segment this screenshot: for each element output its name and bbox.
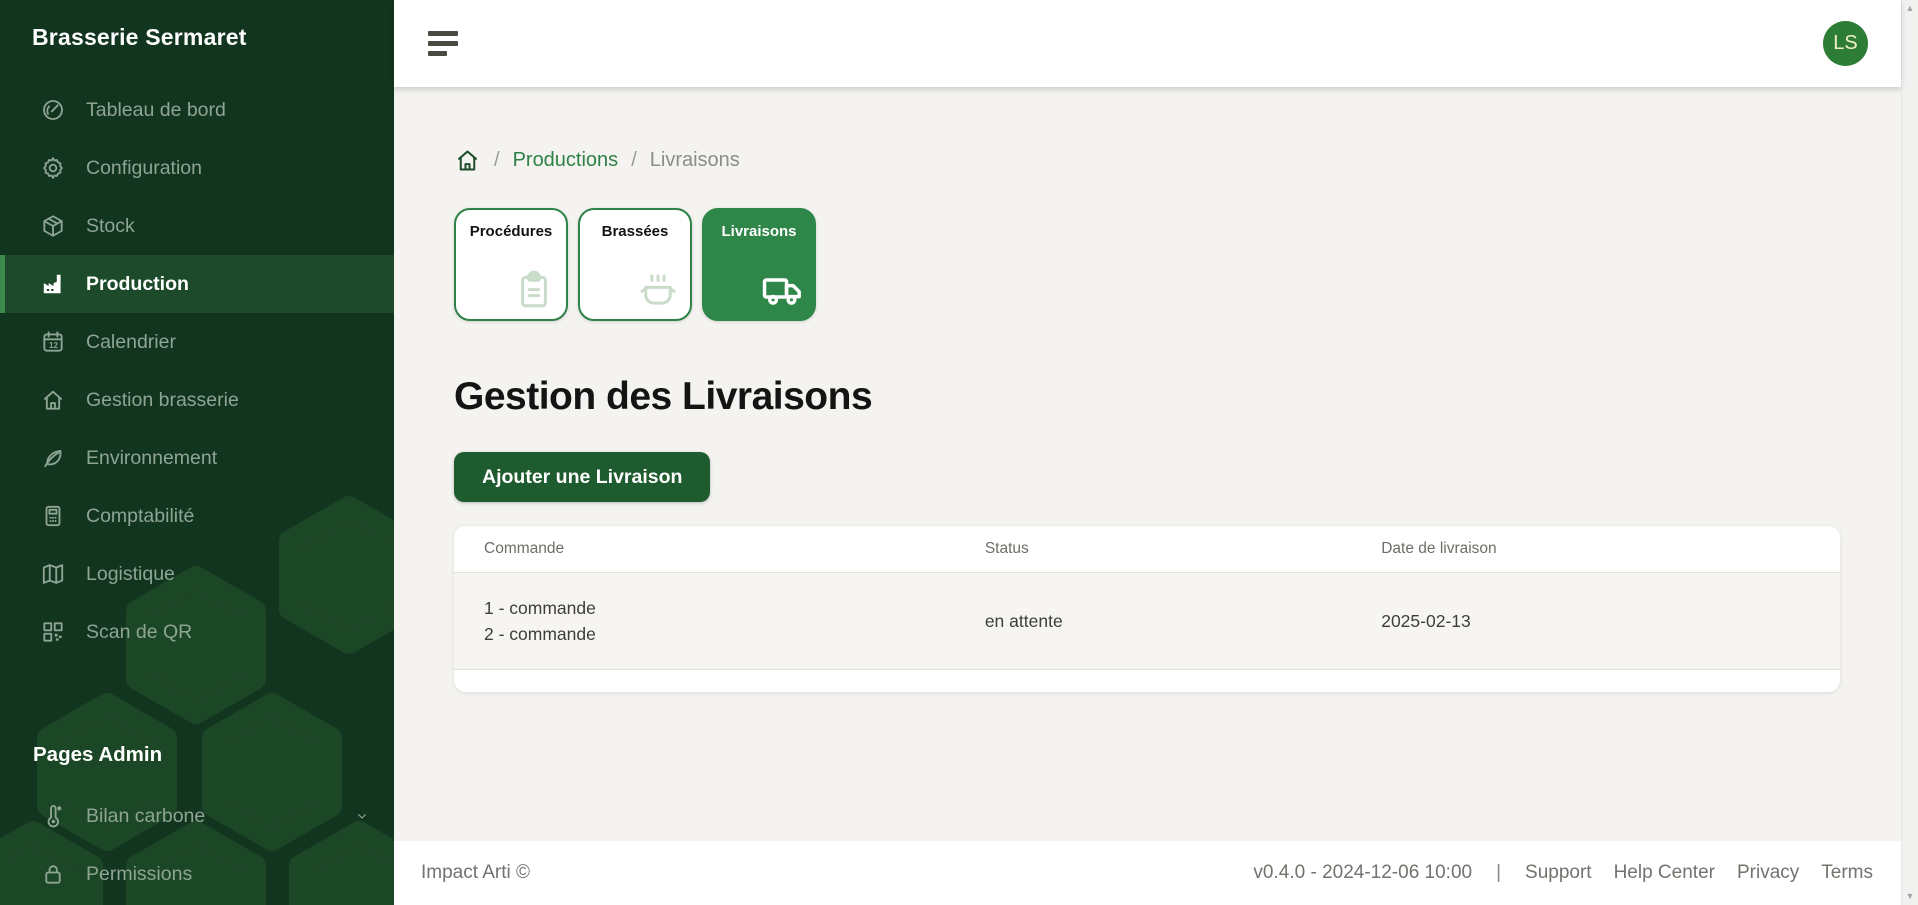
sidebar-item-label: Gestion brasserie bbox=[86, 389, 239, 412]
truck-icon bbox=[761, 269, 803, 311]
sidebar-item-comptabilite[interactable]: Comptabilité bbox=[0, 487, 394, 545]
breadcrumb-separator: / bbox=[631, 149, 637, 172]
table-row[interactable]: 1 - commande2 - commandeen attente2025-0… bbox=[454, 573, 1840, 670]
sidebar-item-gestion-brasserie[interactable]: Gestion brasserie bbox=[0, 371, 394, 429]
breadcrumb-separator: / bbox=[494, 149, 500, 172]
qr-icon bbox=[40, 619, 66, 645]
production-tabs: Procédures Brassées Livraisons bbox=[454, 208, 1840, 321]
thermometer-icon bbox=[40, 803, 66, 829]
clipboard-icon bbox=[513, 269, 555, 311]
tab-procedures[interactable]: Procédures bbox=[454, 208, 568, 321]
breadcrumb-livraisons: Livraisons bbox=[650, 149, 740, 172]
footer-brand: Impact Arti © bbox=[421, 862, 530, 884]
sidebar-item-configuration[interactable]: Configuration bbox=[0, 139, 394, 197]
table-header-row: CommandeStatusDate de livraison bbox=[454, 526, 1840, 573]
tab-label: Brassées bbox=[580, 223, 690, 240]
table-footer-strip bbox=[454, 670, 1840, 692]
footer-separator: | bbox=[1496, 862, 1501, 884]
leaf-icon bbox=[40, 445, 66, 471]
user-avatar[interactable]: LS bbox=[1823, 21, 1868, 66]
factory-icon bbox=[40, 271, 66, 297]
calendar-icon: 12 bbox=[40, 329, 66, 355]
sidebar-item-label: Logistique bbox=[86, 563, 175, 586]
sidebar-item-permissions[interactable]: Permissions bbox=[0, 845, 394, 903]
commande-line: 1 - commande bbox=[484, 595, 985, 621]
tab-livraisons[interactable]: Livraisons bbox=[702, 208, 816, 321]
topbar: LS bbox=[394, 0, 1901, 87]
tab-brassees[interactable]: Brassées bbox=[578, 208, 692, 321]
sidebar-admin-nav: Bilan carbone Permissions bbox=[0, 787, 394, 903]
column-header-date-de-livraison: Date de livraison bbox=[1381, 540, 1840, 558]
sidebar-item-label: Calendrier bbox=[86, 331, 176, 354]
sidebar-item-production[interactable]: Production bbox=[0, 255, 394, 313]
home-icon bbox=[40, 387, 66, 413]
footer-link-terms[interactable]: Terms bbox=[1821, 862, 1873, 884]
gauge-icon bbox=[40, 97, 66, 123]
footer: Impact Arti © v0.4.0 - 2024-12-06 10:00 … bbox=[394, 841, 1901, 905]
sidebar: Brasserie Sermaret Tableau de bord Config… bbox=[0, 0, 394, 905]
calculator-icon bbox=[40, 503, 66, 529]
sidebar-item-label: Stock bbox=[86, 215, 135, 238]
footer-link-privacy[interactable]: Privacy bbox=[1737, 862, 1799, 884]
sidebar-item-label: Scan de QR bbox=[86, 621, 192, 644]
column-header-status: Status bbox=[985, 540, 1381, 558]
tab-label: Procédures bbox=[456, 223, 566, 240]
admin-section-label: Pages Admin bbox=[0, 743, 394, 767]
scroll-down-icon[interactable]: ▼ bbox=[1906, 892, 1915, 901]
status-cell: en attente bbox=[985, 611, 1381, 632]
breadcrumb-productions[interactable]: Productions bbox=[513, 149, 619, 172]
svg-text:12: 12 bbox=[49, 341, 59, 350]
sidebar-nav: Tableau de bord Configuration Stock Product… bbox=[0, 81, 394, 661]
footer-right: v0.4.0 - 2024-12-06 10:00 | Support Help … bbox=[1253, 862, 1873, 884]
main-column: LS / Productions / Livraisons Procédures Bra… bbox=[394, 0, 1901, 905]
footer-link-support[interactable]: Support bbox=[1525, 862, 1592, 884]
scroll-up-icon[interactable]: ▲ bbox=[1906, 4, 1915, 13]
box-icon bbox=[40, 213, 66, 239]
commande-line: 2 - commande bbox=[484, 621, 985, 647]
lock-icon bbox=[40, 861, 66, 887]
footer-link-help-center[interactable]: Help Center bbox=[1614, 862, 1715, 884]
sidebar-item-tableau-de-bord[interactable]: Tableau de bord bbox=[0, 81, 394, 139]
deliveries-table: CommandeStatusDate de livraison 1 - comm… bbox=[454, 526, 1840, 692]
sidebar-item-logistique[interactable]: Logistique bbox=[0, 545, 394, 603]
tab-label: Livraisons bbox=[704, 223, 814, 240]
app-title: Brasserie Sermaret bbox=[0, 0, 394, 51]
sidebar-item-label: Comptabilité bbox=[86, 505, 194, 528]
vertical-scrollbar[interactable]: ▲ ▼ bbox=[1901, 0, 1918, 905]
sidebar-item-scan-de-qr[interactable]: Scan de QR bbox=[0, 603, 394, 661]
page-title: Gestion des Livraisons bbox=[454, 375, 1840, 419]
sidebar-item-label: Tableau de bord bbox=[86, 99, 226, 122]
sidebar-item-label: Permissions bbox=[86, 863, 192, 886]
sidebar-item-bilan-carbone[interactable]: Bilan carbone bbox=[0, 787, 394, 845]
chevron-down-icon[interactable] bbox=[354, 808, 370, 824]
breadcrumb: / Productions / Livraisons bbox=[454, 147, 1840, 174]
add-delivery-button[interactable]: Ajouter une Livraison bbox=[454, 452, 710, 502]
commande-cell: 1 - commande2 - commande bbox=[454, 595, 985, 647]
column-header-commande: Commande bbox=[454, 540, 985, 558]
footer-version: v0.4.0 - 2024-12-06 10:00 bbox=[1253, 862, 1472, 884]
sidebar-item-environnement[interactable]: Environnement bbox=[0, 429, 394, 487]
sidebar-item-stock[interactable]: Stock bbox=[0, 197, 394, 255]
date-cell: 2025-02-13 bbox=[1381, 611, 1840, 632]
content-area: / Productions / Livraisons Procédures Brassé… bbox=[394, 87, 1901, 841]
sidebar-item-label: Bilan carbone bbox=[86, 805, 205, 828]
gear-icon bbox=[40, 155, 66, 181]
map-icon bbox=[40, 561, 66, 587]
sidebar-item-calendrier[interactable]: 12 Calendrier bbox=[0, 313, 394, 371]
sidebar-item-label: Environnement bbox=[86, 447, 217, 470]
app-window: Brasserie Sermaret Tableau de bord Config… bbox=[0, 0, 1918, 905]
home-icon[interactable] bbox=[454, 147, 481, 174]
hamburger-menu-icon[interactable] bbox=[424, 27, 462, 60]
sidebar-item-label: Production bbox=[86, 273, 189, 296]
pot-icon bbox=[637, 269, 679, 311]
sidebar-item-label: Configuration bbox=[86, 157, 202, 180]
